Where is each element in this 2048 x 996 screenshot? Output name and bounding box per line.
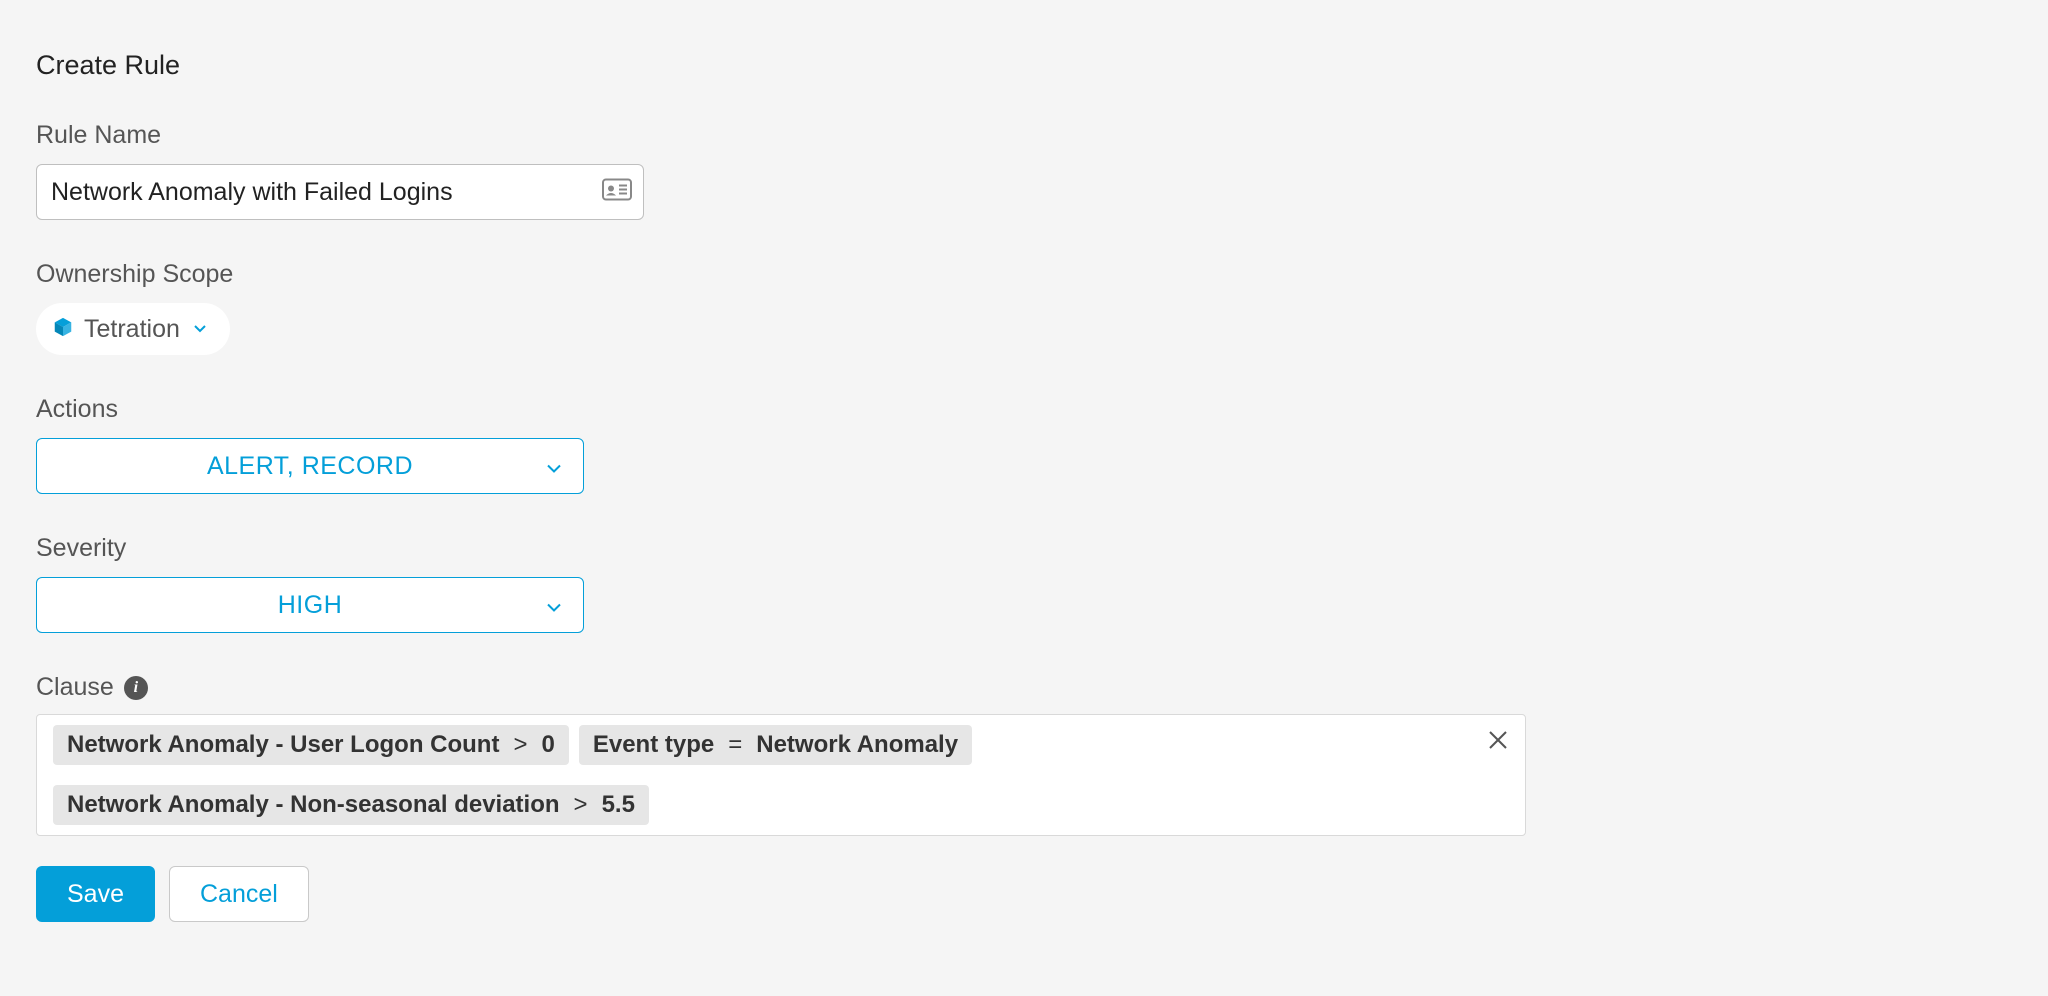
caret-down-icon <box>194 320 206 338</box>
clause-condition[interactable]: Network Anomaly - User Logon Count > 0 <box>53 725 569 765</box>
severity-section: Severity HIGH <box>36 534 2012 633</box>
actions-label: Actions <box>36 395 2012 424</box>
ownership-scope-section: Ownership Scope Tetration <box>36 260 2012 355</box>
caret-down-icon <box>547 452 561 481</box>
save-button[interactable]: Save <box>36 866 155 922</box>
ownership-scope-label: Ownership Scope <box>36 260 2012 289</box>
severity-value: HIGH <box>278 591 343 620</box>
button-row: Save Cancel <box>36 866 2012 922</box>
clause-value: 5.5 <box>602 791 635 819</box>
clause-label: Clause <box>36 673 114 702</box>
cancel-button[interactable]: Cancel <box>169 866 309 922</box>
cube-icon <box>52 316 74 343</box>
clause-value: Network Anomaly <box>756 731 958 759</box>
clause-field: Event type <box>593 731 714 759</box>
severity-label: Severity <box>36 534 2012 563</box>
clause-condition[interactable]: Network Anomaly - Non-seasonal deviation… <box>53 785 649 825</box>
clause-field: Network Anomaly - Non-seasonal deviation <box>67 791 560 819</box>
page-title: Create Rule <box>36 50 2012 81</box>
clause-input[interactable]: Network Anomaly - User Logon Count > 0 E… <box>36 714 1526 836</box>
close-icon[interactable] <box>1487 729 1509 756</box>
actions-value: ALERT, RECORD <box>207 452 413 481</box>
rule-name-input-wrap <box>36 164 644 220</box>
id-card-icon <box>602 179 632 206</box>
rule-name-input[interactable] <box>36 164 644 220</box>
clause-value: 0 <box>541 731 554 759</box>
clause-op: > <box>574 791 588 819</box>
rule-name-label: Rule Name <box>36 121 2012 150</box>
actions-select[interactable]: ALERT, RECORD <box>36 438 584 494</box>
rule-name-section: Rule Name <box>36 121 2012 220</box>
info-icon[interactable]: i <box>124 676 148 700</box>
clause-op: = <box>728 731 742 759</box>
ownership-scope-select[interactable]: Tetration <box>36 303 230 355</box>
clause-field: Network Anomaly - User Logon Count <box>67 731 499 759</box>
ownership-scope-value: Tetration <box>84 315 180 344</box>
clause-condition[interactable]: Event type = Network Anomaly <box>579 725 972 765</box>
severity-select[interactable]: HIGH <box>36 577 584 633</box>
clause-label-row: Clause i <box>36 673 2012 702</box>
create-rule-form: Create Rule Rule Name Ownership Scope <box>0 0 2048 972</box>
caret-down-icon <box>547 591 561 620</box>
actions-section: Actions ALERT, RECORD <box>36 395 2012 494</box>
clause-section: Clause i Network Anomaly - User Logon Co… <box>36 673 2012 836</box>
clause-op: > <box>513 731 527 759</box>
